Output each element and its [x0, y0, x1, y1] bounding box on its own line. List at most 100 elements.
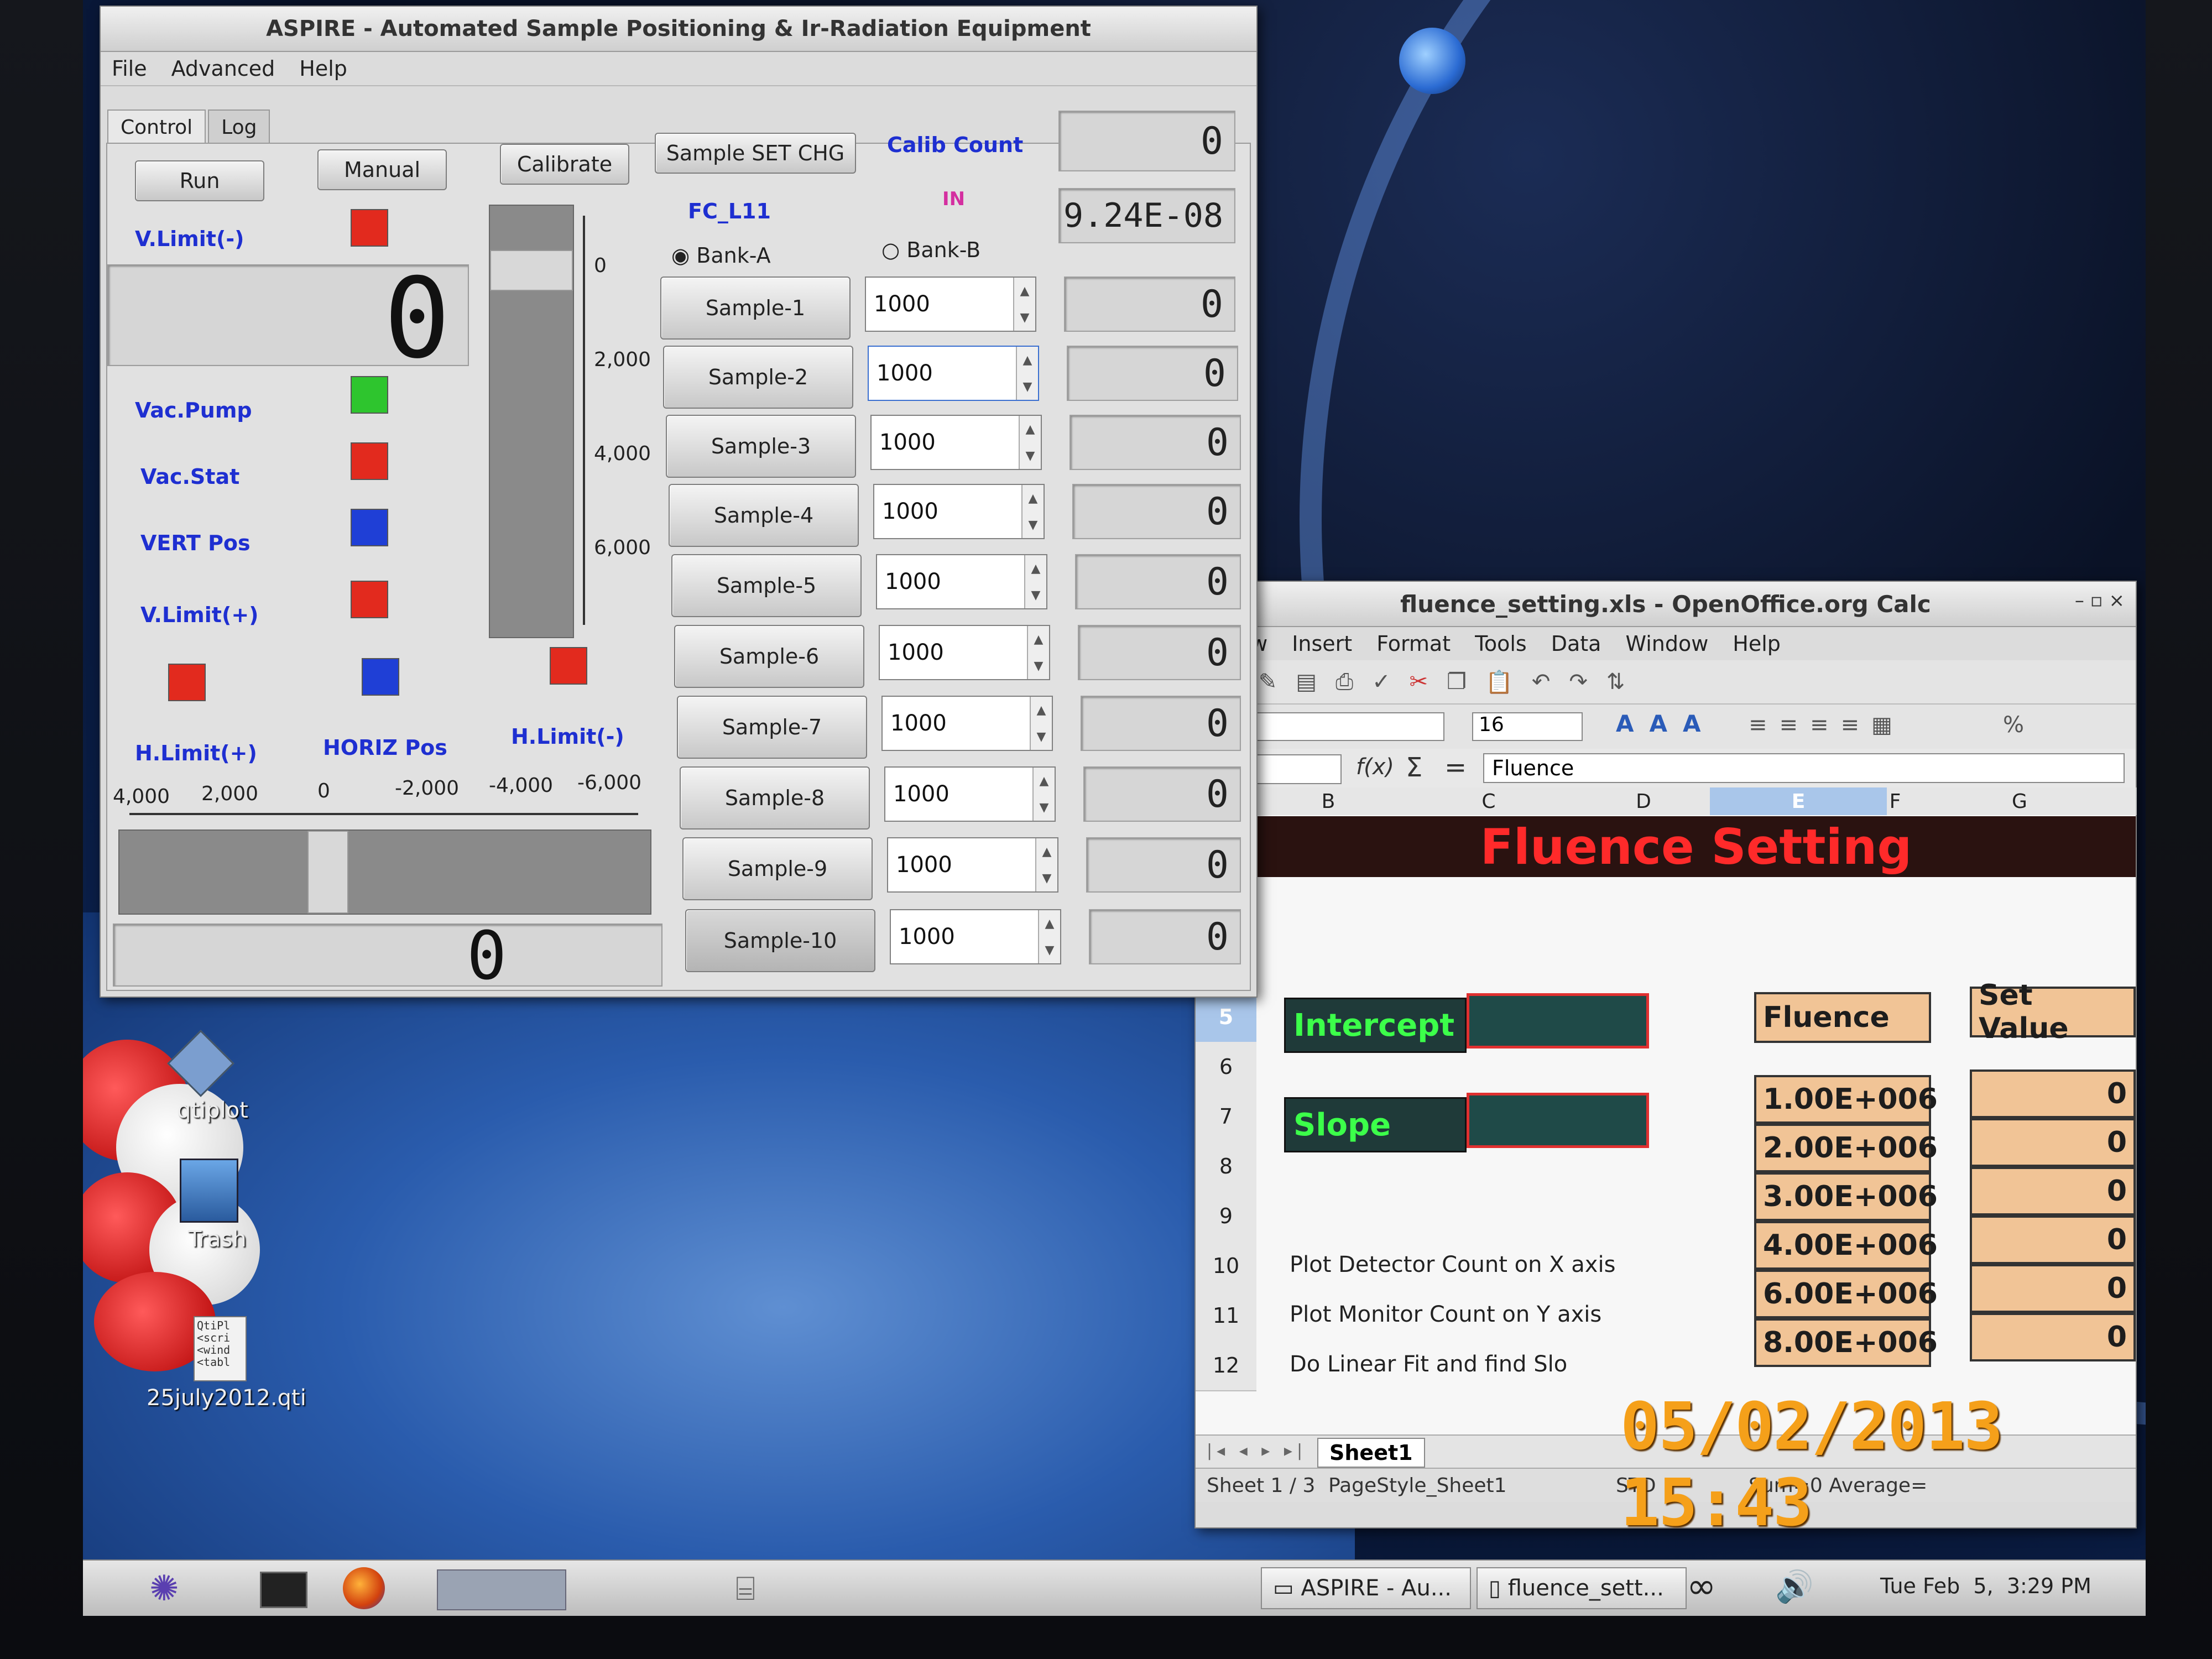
row-header[interactable]: 8 [1196, 1141, 1256, 1192]
row-header-selected[interactable]: 5 [1196, 992, 1256, 1043]
sample-1-input[interactable]: 1000 ▲ ▼ [865, 276, 1036, 332]
set-value-cell[interactable]: 0 [1970, 1070, 2136, 1118]
col-header-c[interactable]: C [1400, 787, 1578, 815]
sample-2-button[interactable]: Sample-2 [663, 346, 853, 409]
percent-icon[interactable]: % [2003, 712, 2024, 738]
spin-arrows-icon[interactable]: ▲ ▼ [1016, 347, 1038, 400]
sample-9-button[interactable]: Sample-9 [682, 837, 873, 900]
copy-icon[interactable]: ❐ [1447, 669, 1467, 695]
firefox-icon[interactable] [343, 1567, 385, 1609]
set-value-cell[interactable]: 0 [1970, 1167, 2136, 1215]
task-aspire[interactable]: ▭ ASPIRE - Au... [1261, 1567, 1471, 1609]
col-header-f[interactable]: F [1887, 787, 1905, 815]
spin-arrows-icon[interactable]: ▲ ▼ [1030, 697, 1052, 750]
formula-input[interactable]: Fluence [1483, 753, 2125, 783]
sample-8-button[interactable]: Sample-8 [680, 766, 870, 830]
paste-icon[interactable]: 📋 [1485, 669, 1513, 695]
menu-tools[interactable]: Tools [1475, 632, 1527, 656]
row-header[interactable]: 7 [1196, 1092, 1256, 1142]
col-header-d[interactable]: D [1577, 787, 1711, 815]
sample-10-input[interactable]: 1000 ▲ ▼ [890, 909, 1061, 964]
row-header[interactable]: 11 [1196, 1291, 1256, 1342]
function-wizard-icon[interactable]: f(x) [1356, 754, 1394, 780]
undo-icon[interactable]: ↶ [1532, 669, 1551, 695]
menu-help[interactable]: Help [299, 56, 347, 81]
text-style-icons[interactable]: AAA [1616, 710, 1717, 737]
row-header[interactable]: 9 [1196, 1191, 1256, 1242]
sample-7-button[interactable]: Sample-7 [677, 696, 867, 759]
row-header[interactable]: 10 [1196, 1241, 1256, 1292]
volume-icon[interactable]: 🔊 [1775, 1568, 1814, 1605]
sample-5-input[interactable]: 1000 ▲ ▼ [876, 554, 1047, 609]
sort-icon[interactable]: ⇅ [1606, 669, 1625, 695]
spin-arrows-icon[interactable]: ▲ ▼ [1032, 768, 1055, 821]
note-cell[interactable]: Plot Monitor Count on Y axis [1290, 1302, 1601, 1327]
sheet-nav-icons[interactable]: |◂ ◂ ▸ ▸| [1207, 1441, 1307, 1460]
sum-icon[interactable]: Σ [1406, 752, 1422, 783]
tab-log[interactable]: Log [208, 109, 270, 144]
sample-5-button[interactable]: Sample-5 [671, 554, 862, 617]
app-menu-icon[interactable]: ✺ [149, 1568, 179, 1609]
sample-10-button[interactable]: Sample-10 [685, 909, 875, 972]
clock[interactable]: Tue Feb 5, 3:29 PM [1880, 1574, 2091, 1598]
row-header[interactable]: 12 [1196, 1340, 1256, 1391]
run-button[interactable]: Run [135, 160, 264, 201]
spin-arrows-icon[interactable]: ▲ ▼ [1038, 910, 1060, 963]
set-value-cell[interactable]: 0 [1970, 1118, 2136, 1167]
calibrate-button[interactable]: Calibrate [500, 144, 629, 185]
terminal-icon[interactable] [260, 1572, 307, 1608]
vert-slider-handle[interactable] [490, 250, 573, 291]
cut-icon[interactable]: ✂ [1410, 669, 1428, 695]
manual-button[interactable]: Manual [317, 149, 447, 190]
sample-2-input[interactable]: 1000 ▲ ▼ [868, 346, 1039, 401]
sample-4-input[interactable]: 1000 ▲ ▼ [873, 484, 1045, 539]
col-header-b[interactable]: B [1256, 787, 1401, 815]
sample-9-input[interactable]: 1000 ▲ ▼ [887, 837, 1058, 893]
fluence-cell[interactable]: 3.00E+006 [1754, 1172, 1938, 1221]
note-cell[interactable]: Do Linear Fit and find Slo [1290, 1352, 1567, 1377]
redo-icon[interactable]: ↷ [1569, 669, 1588, 695]
note-cell[interactable]: Plot Detector Count on X axis [1290, 1252, 1615, 1277]
menu-window[interactable]: Window [1625, 632, 1708, 656]
set-value-cell[interactable]: 0 [1970, 1215, 2136, 1264]
window-controls[interactable]: – ▫ × [2075, 589, 2125, 612]
sheet-tab[interactable]: Sheet1 [1317, 1438, 1425, 1468]
fluence-cell[interactable]: 4.00E+006 [1754, 1221, 1938, 1270]
slope-value[interactable] [1467, 1093, 1649, 1148]
spin-arrows-icon[interactable]: ▲ ▼ [1027, 626, 1049, 679]
network-icon[interactable]: ⌸ [735, 1569, 755, 1608]
intercept-value[interactable] [1467, 993, 1649, 1048]
spreadsheet-grid[interactable]: B C D E F G Fluence Setting 4 5 6 7 8 9 … [1196, 787, 2137, 1434]
workspace-switcher[interactable] [437, 1569, 566, 1610]
qti-file-icon[interactable]: QtiPl <scri <wind <tabl [194, 1316, 247, 1381]
sample-6-button[interactable]: Sample-6 [674, 625, 864, 688]
sample-set-chg-button[interactable]: Sample SET CHG [655, 133, 856, 174]
trash-icon[interactable] [180, 1159, 238, 1223]
row-header[interactable]: 6 [1196, 1042, 1256, 1093]
fluence-cell[interactable]: 8.00E+006 [1754, 1318, 1938, 1367]
pdf-icon[interactable]: ▤ [1296, 669, 1317, 695]
set-value-cell[interactable]: 0 [1970, 1264, 2136, 1313]
horiz-slider-handle[interactable] [307, 831, 348, 914]
sample-3-input[interactable]: 1000 ▲ ▼ [870, 415, 1042, 470]
menu-file[interactable]: File [112, 56, 147, 81]
spin-arrows-icon[interactable]: ▲ ▼ [1013, 278, 1035, 331]
spin-arrows-icon[interactable]: ▲ ▼ [1019, 416, 1041, 469]
sample-8-input[interactable]: 1000 ▲ ▼ [884, 766, 1056, 822]
spellcheck-icon[interactable]: ✓ [1372, 669, 1391, 695]
col-header-e[interactable]: E [1710, 787, 1888, 815]
tab-control[interactable]: Control [107, 109, 206, 144]
col-header-g[interactable]: G [1903, 787, 2137, 815]
horiz-slider-track[interactable] [118, 830, 651, 915]
spin-arrows-icon[interactable]: ▲ ▼ [1024, 555, 1046, 608]
edit-icon[interactable]: ✎ [1259, 669, 1277, 695]
bank-a-radio[interactable]: ◉ Bank-A [671, 243, 771, 268]
menu-advanced[interactable]: Advanced [171, 56, 275, 81]
task-fluence[interactable]: ▯ fluence_sett... [1477, 1567, 1687, 1609]
bank-b-radio[interactable]: ○ Bank-B [881, 238, 980, 262]
menu-format[interactable]: Format [1376, 632, 1451, 656]
fluence-cell[interactable]: 2.00E+006 [1754, 1124, 1938, 1172]
menu-data[interactable]: Data [1551, 632, 1601, 656]
sample-6-input[interactable]: 1000 ▲ ▼ [879, 625, 1050, 680]
spin-arrows-icon[interactable]: ▲ ▼ [1021, 485, 1044, 538]
